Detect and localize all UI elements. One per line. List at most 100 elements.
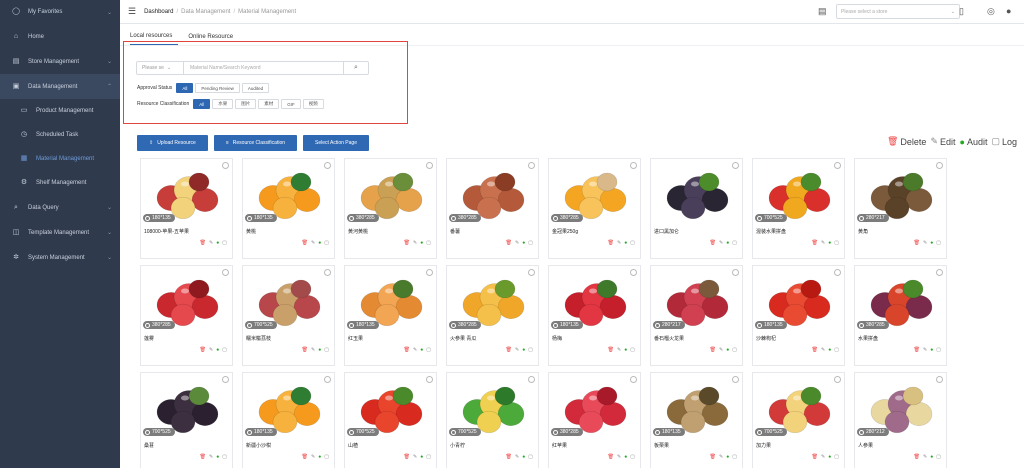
log-icon[interactable]: ▢ [426, 347, 431, 353]
log-icon[interactable]: ▢ [732, 240, 737, 246]
select-radio[interactable] [936, 269, 943, 276]
delete-icon[interactable]: 🗑 [404, 347, 410, 353]
log-icon[interactable]: ▢ [222, 240, 227, 246]
log-icon[interactable]: ▢ [630, 347, 635, 353]
edit-icon[interactable]: ✎ [821, 347, 825, 353]
log-icon[interactable]: ▢ [528, 454, 533, 460]
log-icon[interactable]: ▢ [528, 347, 533, 353]
select-radio[interactable] [222, 376, 229, 383]
edit-icon[interactable]: ✎ [515, 454, 519, 460]
approval-chip-pending[interactable]: Pending Review [195, 83, 240, 93]
edit-icon[interactable]: ✎ [719, 240, 723, 246]
edit-icon[interactable]: ✎ [923, 240, 927, 246]
delete-icon[interactable]: 🗑 [302, 240, 308, 246]
audit-icon[interactable]: ● [726, 347, 729, 353]
log-icon[interactable]: ▢ [834, 454, 839, 460]
edit-icon[interactable]: ✎ [209, 454, 213, 460]
delete-icon[interactable]: 🗑 [200, 240, 206, 246]
select-action-page-button[interactable]: Select Action Page [303, 135, 369, 151]
classification-chip[interactable]: 视频 [302, 99, 324, 109]
log-icon[interactable]: ▢ [528, 240, 533, 246]
material-card[interactable]: 180*135 红玉果 🗑 ✎ ● ▢ [344, 265, 437, 366]
approval-chip-audited[interactable]: Audited [241, 83, 270, 93]
delete-icon[interactable]: 🗑 [506, 454, 512, 460]
edit-icon[interactable]: ✎ [311, 454, 315, 460]
audit-icon[interactable]: ● [930, 454, 933, 460]
audit-icon[interactable]: ● [624, 347, 627, 353]
material-card[interactable]: 700*525 加力果 🗑 ✎ ● ▢ [752, 372, 845, 468]
sidebar-item-store[interactable]: ▤ Store Management ⌄ [0, 49, 120, 74]
audit-icon[interactable]: ● [828, 454, 831, 460]
audit-icon[interactable]: ● [318, 240, 321, 246]
log-icon[interactable]: ▢ [936, 347, 941, 353]
delete-icon[interactable]: 🗑 [914, 240, 920, 246]
search-input[interactable]: Material Name/Search Keyword [184, 61, 344, 75]
log-icon[interactable]: ▢ [936, 454, 941, 460]
select-radio[interactable] [936, 376, 943, 383]
audit-icon[interactable]: ● [522, 347, 525, 353]
log-icon[interactable]: ▢ [732, 454, 737, 460]
edit-icon[interactable]: ✎ [617, 240, 621, 246]
edit-icon[interactable]: ✎ [413, 240, 417, 246]
sidebar-item-scheduled[interactable]: ◷ Scheduled Task [0, 123, 120, 147]
material-card[interactable]: 380*285 水果拼盘 🗑 ✎ ● ▢ [854, 265, 947, 366]
material-card[interactable]: 180*135 沙棘枸杞 🗑 ✎ ● ▢ [752, 265, 845, 366]
audit-icon[interactable]: ● [624, 240, 627, 246]
classification-chip[interactable]: All [193, 99, 211, 109]
audit-icon[interactable]: ● [930, 347, 933, 353]
log-icon[interactable]: ▢ [630, 454, 635, 460]
material-card[interactable]: 180*135 板栗果 🗑 ✎ ● ▢ [650, 372, 743, 468]
edit-icon[interactable]: ✎ [617, 347, 621, 353]
material-thumbnail[interactable] [651, 159, 742, 225]
delete-icon[interactable]: 🗑 [506, 240, 512, 246]
approval-chip-all[interactable]: All [176, 83, 194, 93]
delete-icon[interactable]: 🗑 [914, 454, 920, 460]
sidebar-item-product[interactable]: ▭ Product Management [0, 99, 120, 123]
material-card[interactable]: 180*135 黄桃 🗑 ✎ ● ▢ [242, 158, 335, 259]
tablet-icon[interactable]: ▯ [959, 6, 964, 17]
edit-icon[interactable]: ✎ [821, 454, 825, 460]
log-icon[interactable]: ▢ [324, 240, 329, 246]
select-radio[interactable] [834, 269, 841, 276]
log-icon[interactable]: ▢ [324, 347, 329, 353]
log-icon[interactable]: ▢ [426, 454, 431, 460]
audit-icon[interactable]: ● [420, 454, 423, 460]
delete-icon[interactable]: 🗑 [608, 347, 614, 353]
edit-icon[interactable]: ✎ [617, 454, 621, 460]
edit-icon[interactable]: ✎ [413, 454, 417, 460]
audit-icon[interactable]: ● [522, 240, 525, 246]
select-radio[interactable] [324, 376, 331, 383]
select-radio[interactable] [732, 269, 739, 276]
avatar-icon[interactable]: ● [1006, 6, 1011, 17]
menu-toggle-icon[interactable]: ☰ [128, 6, 136, 17]
material-card[interactable]: 280*217 番石榴火龙果 🗑 ✎ ● ▢ [650, 265, 743, 366]
log-icon[interactable]: ▢ [936, 240, 941, 246]
log-icon[interactable]: ▢ [630, 240, 635, 246]
material-card[interactable]: 280*212 人参果 🗑 ✎ ● ▢ [854, 372, 947, 468]
delete-icon[interactable]: 🗑 [302, 347, 308, 353]
sidebar-item-shelf[interactable]: ⚙ Shelf Management [0, 171, 120, 195]
select-radio[interactable] [426, 376, 433, 383]
select-radio[interactable] [324, 269, 331, 276]
select-radio[interactable] [222, 162, 229, 169]
audit-icon[interactable]: ● [318, 454, 321, 460]
material-card[interactable]: 380*285 金冠果250g 🗑 ✎ ● ▢ [548, 158, 641, 259]
select-radio[interactable] [324, 162, 331, 169]
select-radio[interactable] [528, 376, 535, 383]
audit-icon[interactable]: ● [318, 347, 321, 353]
sidebar-item-home[interactable]: ⌂ Home [0, 24, 120, 49]
select-radio[interactable] [834, 162, 841, 169]
resource-classification-button[interactable]: ≡ Resource Classification [213, 135, 298, 151]
select-radio[interactable] [528, 269, 535, 276]
sidebar-item-template[interactable]: ◫ Template Management ⌄ [0, 220, 120, 245]
edit-icon[interactable]: ✎ [311, 347, 315, 353]
audit-icon[interactable]: ● [930, 240, 933, 246]
delete-icon[interactable]: 🗑 [608, 240, 614, 246]
audit-icon[interactable]: ● [522, 454, 525, 460]
material-card[interactable]: 380*285 红苹果 🗑 ✎ ● ▢ [548, 372, 641, 468]
material-card[interactable]: 700*525 山楂 🗑 ✎ ● ▢ [344, 372, 437, 468]
edit-icon[interactable]: ✎ [923, 454, 927, 460]
sidebar-item-data-query[interactable]: ⌕ Data Query ⌄ [0, 195, 120, 220]
edit-icon[interactable]: ✎ [515, 240, 519, 246]
material-card[interactable]: 700*525 糯米糍荔枝 🗑 ✎ ● ▢ [242, 265, 335, 366]
